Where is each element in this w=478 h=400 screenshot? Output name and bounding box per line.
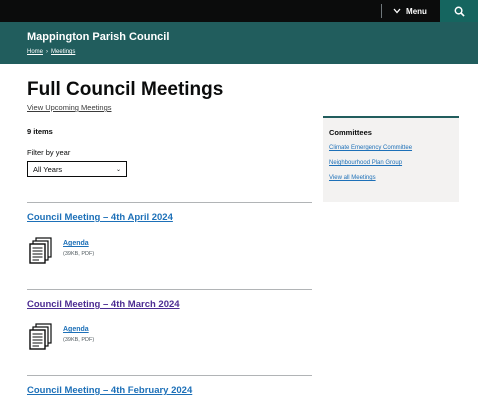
agenda-link[interactable]: Agenda <box>63 240 89 247</box>
site-header: Mappington Parish Council Home › Meeting… <box>0 22 478 64</box>
breadcrumb-meetings-link[interactable]: Meetings <box>51 49 75 55</box>
document-icon <box>29 323 52 350</box>
sidebar-link-neighbourhood-plan[interactable]: Neighbourhood Plan Group <box>329 160 453 166</box>
divider <box>27 375 312 376</box>
top-bar: Menu <box>0 0 478 22</box>
meeting-title-link[interactable]: Council Meeting – 4th April 2024 <box>27 212 173 223</box>
agenda-link[interactable]: Agenda <box>63 326 89 333</box>
view-upcoming-meetings-link[interactable]: View Upcoming Meetings <box>27 103 112 112</box>
year-filter-value: All Years <box>33 164 63 174</box>
meeting-title-link[interactable]: Council Meeting – 4th March 2024 <box>27 299 180 310</box>
search-icon <box>454 6 465 17</box>
menu-button[interactable]: Menu <box>386 0 434 22</box>
sidebar-heading: Committees <box>329 128 372 137</box>
breadcrumb-separator: › <box>46 49 49 55</box>
breadcrumb-home-link[interactable]: Home <box>27 49 43 55</box>
item-count: 9 items <box>27 127 53 136</box>
sidebar-link-all-meetings[interactable]: View all Meetings <box>329 175 453 181</box>
year-filter-select[interactable]: All Years ⌄ <box>27 161 127 177</box>
committees-sidebar: Committees Climate Emergency Committee N… <box>323 116 459 202</box>
menu-label: Menu <box>406 6 427 16</box>
site-title[interactable]: Mappington Parish Council <box>27 31 169 43</box>
document-icon <box>29 237 52 264</box>
document-meta: (39KB, PDF) <box>63 337 95 343</box>
filter-label: Filter by year <box>27 148 71 157</box>
divider <box>27 202 312 203</box>
document-meta: (39KB, PDF) <box>63 251 95 257</box>
divider <box>27 289 312 290</box>
search-button[interactable] <box>440 0 478 22</box>
menu-divider <box>381 4 382 18</box>
page-title: Full Council Meetings <box>27 79 224 100</box>
sidebar-link-climate-emergency[interactable]: Climate Emergency Committee <box>329 145 453 151</box>
chevron-down-icon <box>393 8 401 14</box>
breadcrumb: Home › Meetings <box>27 49 75 55</box>
meeting-title-link[interactable]: Council Meeting – 4th February 2024 <box>27 385 192 396</box>
chevron-down-icon: ⌄ <box>115 166 121 173</box>
